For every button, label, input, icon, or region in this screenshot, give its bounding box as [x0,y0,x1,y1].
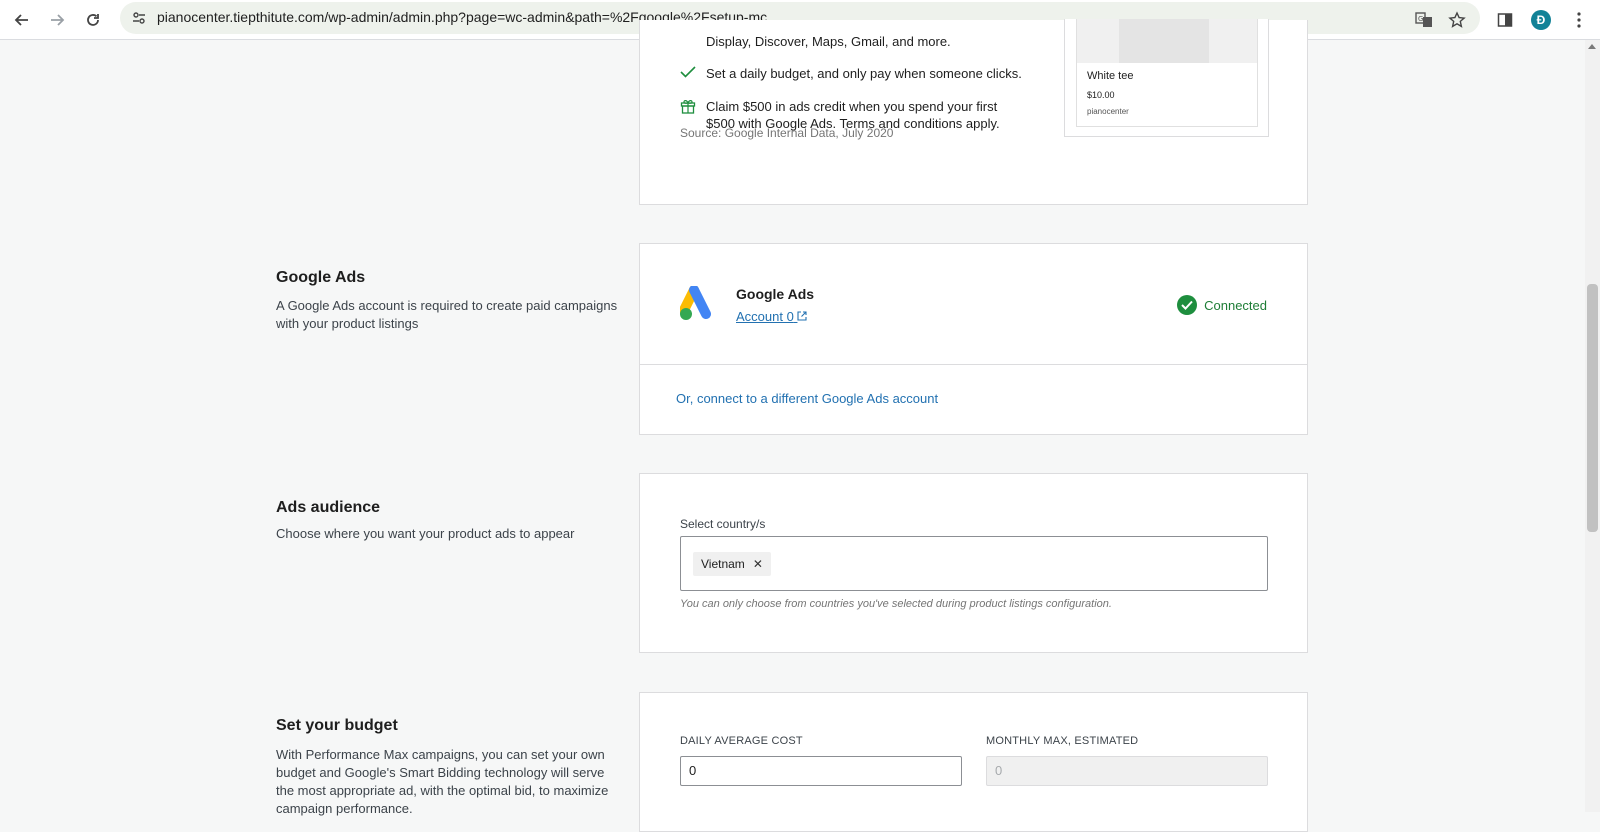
check-circle-icon [1177,295,1198,315]
daily-cost-input[interactable]: 0 [680,756,962,786]
google-ads-heading: Google Ads [276,269,366,286]
intro-card: Display, Discover, Maps, Gmail, and more… [639,19,1308,205]
site-settings-icon[interactable] [128,7,150,29]
svg-text:G: G [1418,15,1423,23]
ads-audience-heading: Ads audience [276,499,381,516]
product-image [1077,19,1257,63]
google-ads-card-title: Google Ads [736,286,815,302]
country-select-label: Select country/s [680,517,766,531]
product-price: $10.00 [1087,90,1115,100]
budget-description: With Performance Max campaigns, you can … [276,747,609,816]
product-preview: White tee $10.00 pianocenter [1064,19,1269,137]
side-panel-icon[interactable] [1491,6,1519,34]
bookmark-star-icon[interactable] [1443,6,1471,34]
google-ads-description: A Google Ads account is required to crea… [276,298,618,331]
daily-cost-label: DAILY AVERAGE COST [680,735,803,747]
forward-icon[interactable] [43,6,71,34]
product-name: White tee [1087,70,1134,82]
budget-card: DAILY AVERAGE COST 0 MONTHLY MAX, ESTIMA… [639,692,1308,832]
intro-bullet-partial: Display, Discover, Maps, Gmail, and more… [706,34,951,49]
reload-icon[interactable] [79,6,107,34]
monthly-max-label: MONTHLY MAX, ESTIMATED [986,735,1139,747]
checkmark-icon [680,65,698,83]
country-chip-vietnam: Vietnam ✕ [693,552,771,576]
monthly-max-input: 0 [986,756,1268,786]
connection-status: Connected [1177,295,1267,315]
google-ads-account-row: Google Ads Account 0 Connected [640,244,1307,365]
translate-icon[interactable]: G [1410,6,1438,34]
country-select-input[interactable]: Vietnam ✕ [680,536,1268,591]
back-icon[interactable] [8,6,36,34]
intro-bullet-budget: Set a daily budget, and only pay when so… [680,65,1022,83]
external-link-icon [797,311,808,321]
product-store: pianocenter [1087,107,1129,116]
google-ads-account-link[interactable]: Account 0 [736,309,808,324]
source-note: Source: Google Internal Data, July 2020 [680,126,894,140]
scroll-up-arrow-icon[interactable] [1588,44,1596,49]
more-menu-icon[interactable] [1565,6,1593,34]
ads-audience-description: Choose where you want your product ads t… [276,526,575,541]
remove-country-icon[interactable]: ✕ [753,557,763,571]
budget-heading: Set your budget [276,717,398,734]
ads-audience-card: Select country/s Vietnam ✕ You can only … [639,473,1308,653]
country-help-text: You can only choose from countries you'v… [680,598,1112,610]
google-ads-logo-icon [679,285,720,322]
profile-avatar[interactable]: Đ [1527,6,1555,34]
connect-different-account-link[interactable]: Or, connect to a different Google Ads ac… [676,391,938,406]
google-ads-card: Google Ads Account 0 Connected Or, conne… [639,243,1308,435]
scrollbar-thumb[interactable] [1587,284,1598,532]
